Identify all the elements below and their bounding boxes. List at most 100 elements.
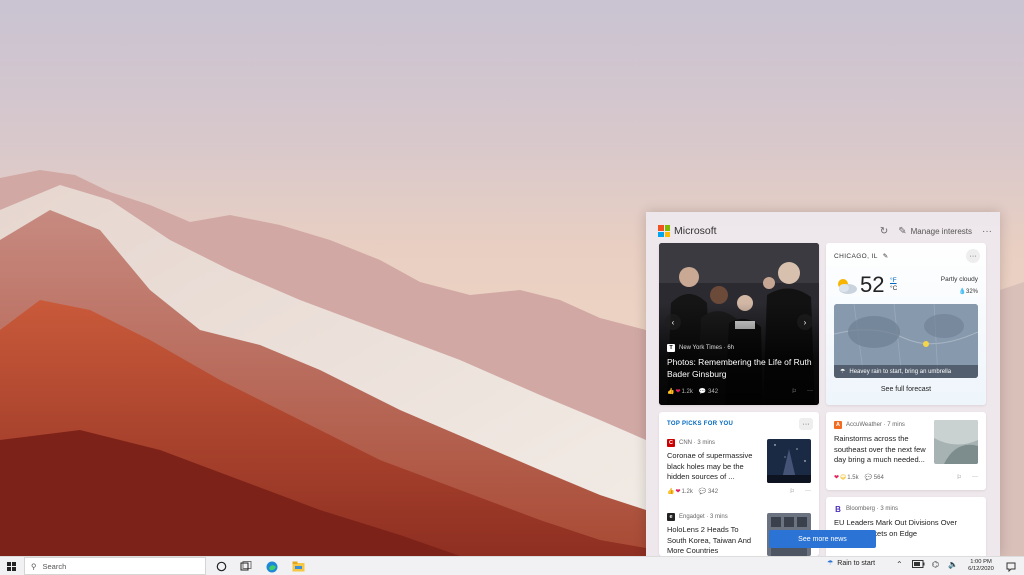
weather-condition: Partly cloudy bbox=[940, 276, 978, 283]
manage-interests-button[interactable]: ✎ Manage interests bbox=[898, 226, 972, 237]
precipitation: 💧32% bbox=[959, 288, 979, 295]
network-icon[interactable]: ⌬ bbox=[932, 560, 939, 569]
edge-browser-icon[interactable] bbox=[262, 559, 282, 574]
heart-icon: ❤ bbox=[675, 389, 681, 395]
hero-headline[interactable]: Photos: Remembering the Life of Ruth Bad… bbox=[667, 356, 813, 380]
more-icon[interactable]: ··· bbox=[805, 488, 811, 495]
more-icon[interactable]: ··· bbox=[799, 418, 813, 430]
search-placeholder: Search bbox=[42, 561, 67, 571]
taskbar-clock[interactable]: 1:00 PM 6/12/2020 bbox=[962, 559, 1000, 573]
news-footer: ❤ 😄 1.5k 💬 564 ⚐ ··· bbox=[834, 474, 978, 481]
comment-count: 564 bbox=[873, 475, 884, 481]
more-icon[interactable]: ··· bbox=[807, 388, 813, 395]
cortana-icon[interactable] bbox=[211, 559, 231, 574]
taskbar-weather-button[interactable]: ☂ Rain to start bbox=[827, 559, 876, 568]
cnn-source: C CNN · 3 mins bbox=[667, 439, 715, 447]
reactions[interactable]: ❤ 😄 1.5k bbox=[834, 474, 859, 482]
notification-center-icon[interactable] bbox=[1004, 560, 1018, 573]
map-caption: ☂ Heavey rain to start, bring an umbrell… bbox=[834, 365, 978, 378]
previous-arrow-icon[interactable]: ‹ bbox=[665, 314, 681, 330]
comments[interactable]: 💬 564 bbox=[865, 474, 884, 481]
next-arrow-icon[interactable]: › bbox=[797, 314, 813, 330]
umbrella-icon: ☂ bbox=[827, 560, 834, 567]
clock-time: 1:00 PM bbox=[970, 559, 992, 565]
hero-source: T New York Times · 6h bbox=[667, 344, 734, 352]
unit-celsius[interactable]: °C bbox=[890, 285, 897, 293]
clock-date: 6/12/2020 bbox=[968, 566, 994, 572]
map-caption-text: Heavey rain to start, bring an umbrella bbox=[849, 368, 952, 375]
news-interests-panel: Microsoft ↻ ✎ Manage interests ··· ‹ › T… bbox=[646, 212, 1000, 556]
weather-card[interactable]: CHICAGO, IL ✎ ··· 52 °F °C Partly cloudy… bbox=[826, 243, 986, 405]
thumbs-up-icon: 👍 bbox=[667, 489, 675, 495]
weather-location: CHICAGO, IL ✎ bbox=[834, 252, 889, 261]
bookmark-icon[interactable]: ⚐ bbox=[792, 388, 797, 395]
brand-name: Microsoft bbox=[674, 225, 717, 237]
engadget-logo-icon: e bbox=[667, 513, 675, 521]
more-icon[interactable]: ··· bbox=[966, 249, 980, 263]
bookmark-icon[interactable]: ⚐ bbox=[957, 474, 962, 481]
comment-icon: 💬 bbox=[864, 475, 873, 481]
comment-count: 342 bbox=[708, 489, 719, 495]
raindrop-icon: 💧 bbox=[958, 289, 966, 295]
battery-icon[interactable] bbox=[912, 560, 925, 568]
accuweather-news-card[interactable]: A AccuWeather · 7 mins Rainstorms across… bbox=[826, 412, 986, 490]
file-explorer-icon[interactable] bbox=[288, 559, 308, 574]
more-icon[interactable]: ··· bbox=[972, 474, 978, 481]
news-footer: 👍 ❤ 1.2k 💬 342 ⚐ ··· bbox=[667, 488, 811, 495]
news-source-label: Engadget · 3 mins bbox=[679, 514, 728, 520]
comments[interactable]: 💬 342 bbox=[699, 388, 718, 395]
unit-fahrenheit[interactable]: °F bbox=[890, 277, 897, 285]
start-button[interactable] bbox=[0, 557, 22, 575]
hero-news-card[interactable]: ‹ › T New York Times · 6h Photos: Rememb… bbox=[659, 243, 819, 405]
see-more-news-button[interactable]: See more news bbox=[769, 530, 876, 548]
engadget-source: e Engadget · 3 mins bbox=[667, 513, 728, 521]
volume-icon[interactable]: 🔈 bbox=[948, 560, 958, 569]
news-headline[interactable]: Coronae of supermassive black holes may … bbox=[667, 451, 759, 483]
hero-footer: 👍 ❤ 1.2k 💬 342 ⚐ ··· bbox=[667, 388, 813, 395]
reactions[interactable]: 👍 ❤ 1.2k bbox=[667, 388, 693, 396]
precipitation-value: 32% bbox=[965, 289, 978, 295]
refresh-icon[interactable]: ↻ bbox=[880, 226, 888, 237]
black-hole-thumbnail[interactable] bbox=[767, 439, 811, 483]
pencil-icon[interactable]: ✎ bbox=[883, 252, 889, 260]
rainstorm-thumbnail[interactable] bbox=[934, 420, 978, 464]
manage-interests-label: Manage interests bbox=[910, 226, 972, 236]
more-icon[interactable]: ··· bbox=[982, 226, 992, 237]
windows-logo-icon bbox=[6, 561, 16, 571]
taskbar-weather-label: Rain to start bbox=[837, 559, 876, 567]
weather-radar-map[interactable]: ☂ Heavey rain to start, bring an umbrell… bbox=[834, 304, 978, 378]
comment-icon: 💬 bbox=[698, 389, 707, 395]
bookmark-icon[interactable]: ⚐ bbox=[790, 488, 795, 495]
pencil-icon: ✎ bbox=[898, 225, 907, 237]
reaction-count: 1.2k bbox=[681, 488, 693, 495]
chevron-up-icon[interactable]: ⌃ bbox=[896, 560, 903, 569]
laughing-icon: 😄 bbox=[840, 475, 847, 481]
accuweather-source: A AccuWeather · 7 mins bbox=[834, 421, 905, 429]
news-headline[interactable]: Rainstorms across the southeast over the… bbox=[834, 434, 932, 466]
heart-icon: ❤ bbox=[675, 489, 681, 495]
top-picks-title: TOP PICKS FOR YOU bbox=[667, 421, 734, 427]
reaction-count: 1.2k bbox=[681, 388, 693, 395]
cnn-logo-icon: C bbox=[667, 439, 675, 447]
task-view-icon[interactable] bbox=[236, 559, 256, 574]
comment-icon: 💬 bbox=[698, 489, 707, 495]
comment-count: 342 bbox=[708, 389, 719, 395]
reaction-count: 1.5k bbox=[847, 474, 859, 481]
heart-icon: ❤ bbox=[834, 475, 840, 481]
accuweather-logo-icon: A bbox=[834, 421, 842, 429]
umbrella-icon: ☂ bbox=[840, 369, 846, 375]
nyt-logo-icon: T bbox=[667, 344, 675, 352]
microsoft-logo-icon bbox=[658, 225, 670, 237]
unit-toggle[interactable]: °F °C bbox=[890, 277, 897, 293]
taskbar-search-box[interactable]: ⚲ Search bbox=[24, 557, 206, 575]
temperature: 52 bbox=[860, 272, 885, 297]
panel-header: Microsoft ↻ ✎ Manage interests ··· bbox=[658, 220, 992, 242]
search-icon: ⚲ bbox=[31, 561, 37, 571]
reactions[interactable]: 👍 ❤ 1.2k bbox=[667, 488, 693, 496]
taskbar: ⚲ Search ☂ Rain to start ⌃ ⌬ 🔈 1:00 PM 6… bbox=[0, 556, 1024, 575]
see-full-forecast-link[interactable]: See full forecast bbox=[826, 386, 986, 393]
weather-city: CHICAGO, IL bbox=[834, 252, 878, 260]
comments[interactable]: 💬 342 bbox=[699, 488, 718, 495]
bloomberg-logo-icon: B bbox=[834, 504, 842, 514]
news-headline[interactable]: HoloLens 2 Heads To South Korea, Taiwan … bbox=[667, 525, 759, 556]
